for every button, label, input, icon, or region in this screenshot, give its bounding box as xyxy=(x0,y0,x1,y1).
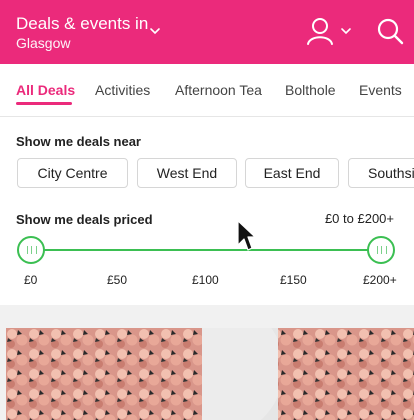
chip-southside[interactable]: Southsi xyxy=(348,158,414,188)
price-slider-max-handle[interactable] xyxy=(367,236,395,264)
price-slider-track[interactable] xyxy=(31,249,381,251)
price-tick: £50 xyxy=(107,273,128,287)
tab-activities[interactable]: Activities xyxy=(95,82,150,98)
deals-near-label: Show me deals near xyxy=(16,134,141,149)
price-range-value: £0 to £200+ xyxy=(324,211,394,226)
deals-priced-label: Show me deals priced xyxy=(16,212,153,227)
category-tabs: All Deals Activities Afternoon Tea Bolth… xyxy=(0,64,414,117)
user-icon[interactable] xyxy=(304,14,356,50)
chip-east-end[interactable]: East End xyxy=(245,158,339,188)
price-tick: £200+ xyxy=(363,273,397,287)
price-tick: £0 xyxy=(24,273,38,287)
location-selector[interactable]: Glasgow xyxy=(16,35,70,52)
chip-city-centre[interactable]: City Centre xyxy=(17,158,128,188)
search-icon[interactable] xyxy=(376,16,404,46)
tab-all-deals[interactable]: All Deals xyxy=(16,82,75,98)
price-slider-min-handle[interactable] xyxy=(17,236,45,264)
tab-afternoon-tea[interactable]: Afternoon Tea xyxy=(175,82,262,98)
chevron-down-icon[interactable] xyxy=(148,24,162,38)
tab-events[interactable]: Events xyxy=(359,82,402,98)
active-tab-indicator xyxy=(16,102,72,105)
chip-west-end[interactable]: West End xyxy=(137,158,237,188)
deal-image[interactable] xyxy=(6,328,414,420)
tab-bolthole[interactable]: Bolthole xyxy=(285,82,336,98)
app-header: Deals & events in Glasgow xyxy=(0,0,414,64)
price-tick: £150 xyxy=(280,273,307,287)
price-tick: £100 xyxy=(192,273,219,287)
header-title: Deals & events in xyxy=(16,14,149,33)
mouse-cursor-icon xyxy=(237,220,256,251)
